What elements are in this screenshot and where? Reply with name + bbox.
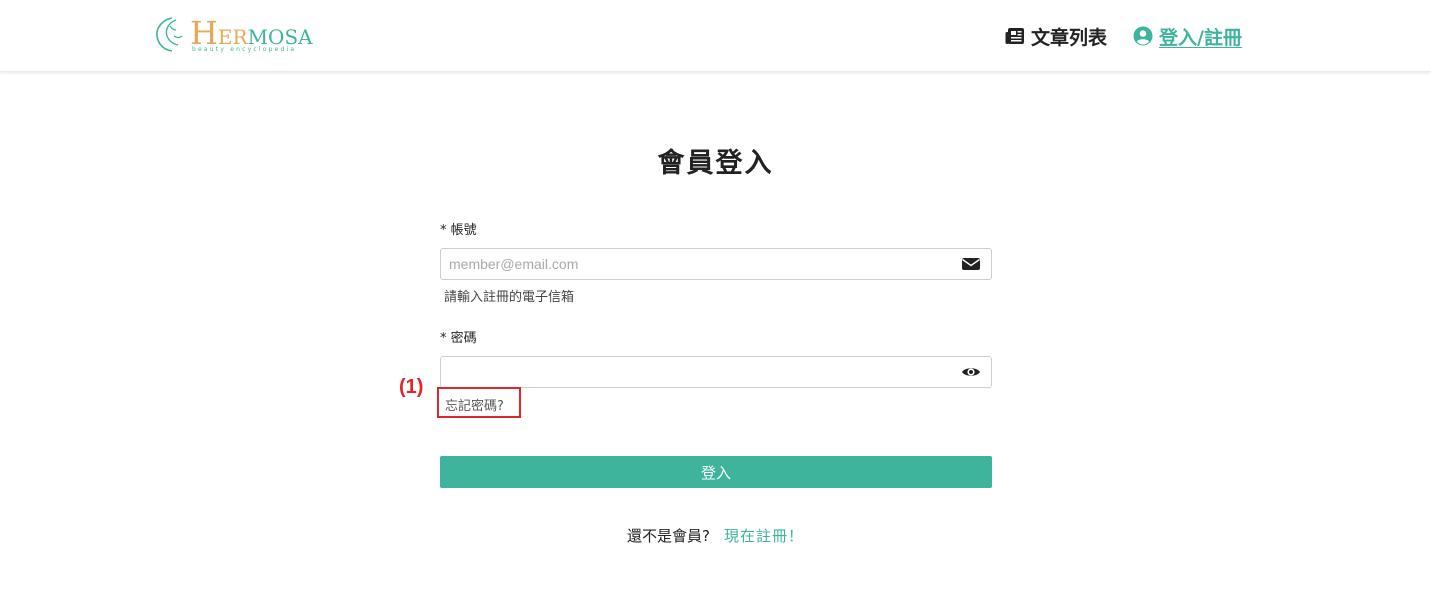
password-field[interactable] <box>440 356 992 388</box>
envelope-icon <box>962 258 980 270</box>
login-submit-button[interactable]: 登入 <box>440 456 992 488</box>
nav-login-register-label: 登入/註冊 <box>1159 26 1242 49</box>
account-label: * 帳號 <box>440 223 477 238</box>
register-prompt: 還不是會員? 現在註冊！ <box>0 525 1431 546</box>
nav-articles-link[interactable]: 文章列表 <box>1005 22 1107 50</box>
password-label: * 密碼 <box>440 331 477 346</box>
newspaper-icon <box>1005 28 1024 44</box>
page-title: 會員登入 <box>657 148 774 179</box>
register-now-link[interactable]: 現在註冊！ <box>724 527 804 545</box>
nav-articles-label: 文章列表 <box>1031 26 1108 49</box>
top-navbar: HERMOSA beauty encyclopedia 文章列表 登入/註冊 <box>0 0 1431 72</box>
register-question: 還不是會員? <box>627 527 710 545</box>
nav-login-register-link[interactable]: 登入/註冊 <box>1133 22 1242 50</box>
account-field[interactable] <box>440 248 992 280</box>
account-help-text: 請輸入註冊的電子信箱 <box>444 290 575 305</box>
password-input[interactable] <box>449 357 949 387</box>
forgot-password-link[interactable]: 忘記密碼? <box>445 395 504 414</box>
forgot-password-highlight: 忘記密碼? <box>437 387 521 418</box>
logo-tagline: beauty encyclopedia <box>192 46 297 53</box>
eye-icon[interactable] <box>961 364 981 380</box>
annotation-marker: (1) <box>399 376 424 398</box>
account-input[interactable] <box>449 249 949 279</box>
user-circle-icon <box>1133 26 1153 46</box>
hermosa-logo[interactable]: HERMOSA beauty encyclopedia <box>154 14 313 56</box>
woman-silhouette-icon <box>156 17 183 52</box>
